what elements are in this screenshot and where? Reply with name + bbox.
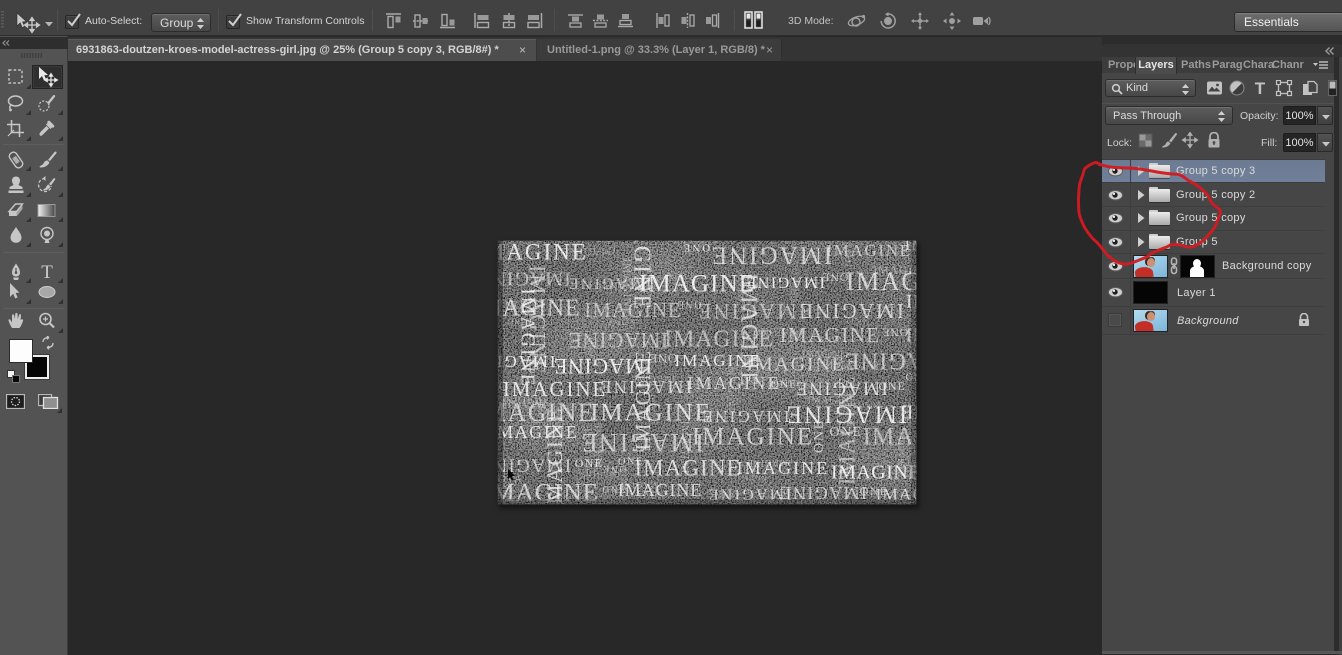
svg-text:T: T <box>1255 80 1266 97</box>
svg-text:T: T <box>41 262 53 282</box>
